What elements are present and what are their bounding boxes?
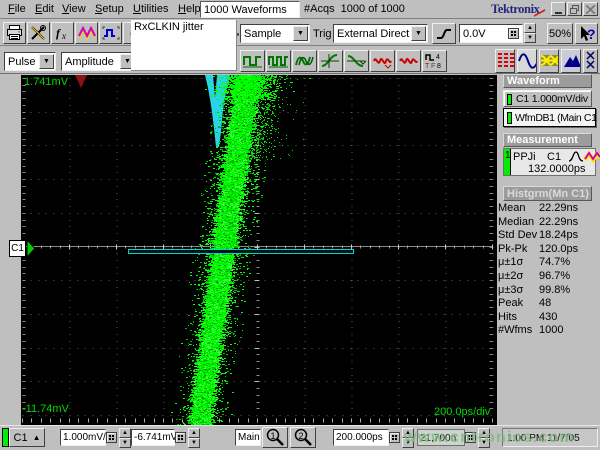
svg-text:2: 2 [299,431,304,441]
svg-text:1: 1 [271,431,276,441]
